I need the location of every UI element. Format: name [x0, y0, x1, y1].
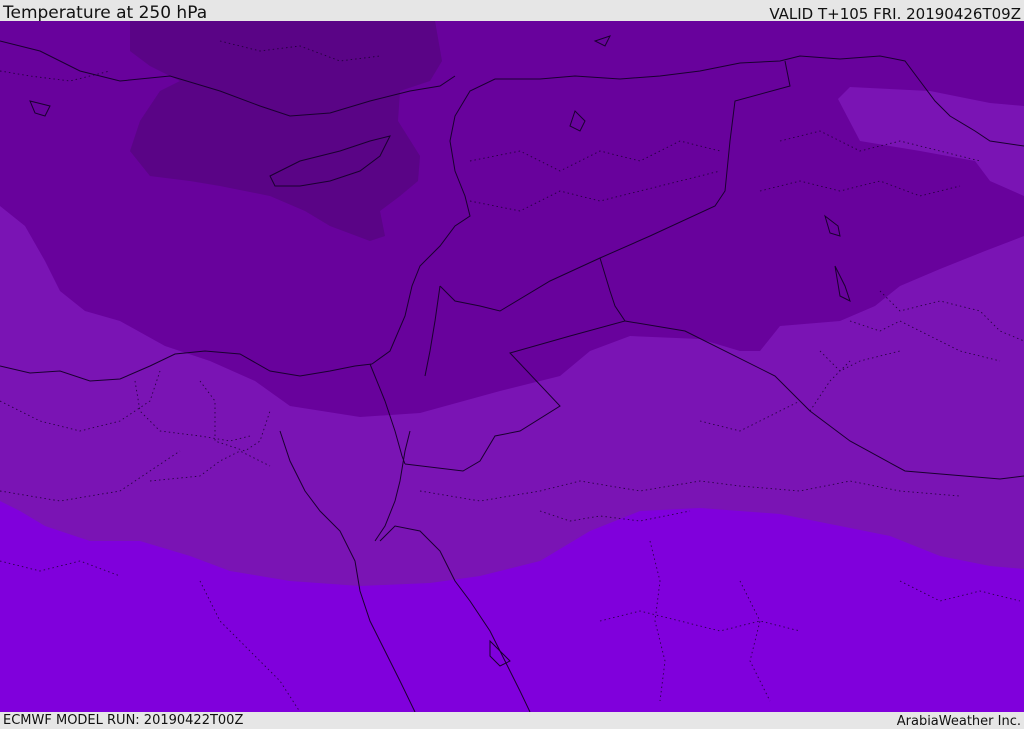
map-title: Temperature at 250 hPa: [3, 3, 208, 23]
map-canvas: [0, 21, 1024, 712]
footer-bar: ECMWF MODEL RUN: 20190422T00Z ArabiaWeat…: [0, 712, 1024, 729]
weather-map-frame: Temperature at 250 hPa VALID T+105 FRI. …: [0, 0, 1024, 729]
temperature-map: [0, 21, 1024, 712]
credit-label: ArabiaWeather Inc.: [896, 714, 1021, 729]
header-bar: Temperature at 250 hPa VALID T+105 FRI. …: [0, 0, 1024, 23]
model-run-label: ECMWF MODEL RUN: 20190422T00Z: [3, 713, 244, 728]
